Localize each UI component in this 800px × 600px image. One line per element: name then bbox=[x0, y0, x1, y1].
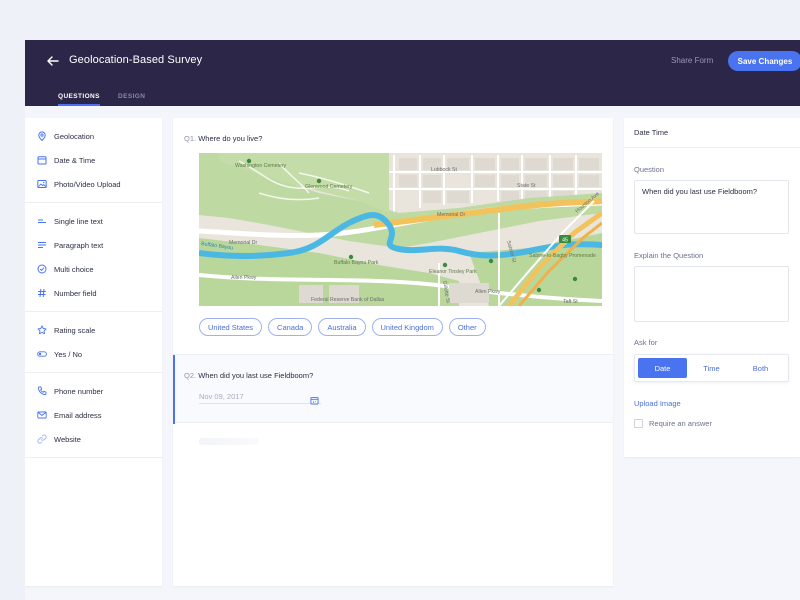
mail-icon bbox=[37, 410, 47, 420]
ask-for-date-button[interactable]: Date bbox=[638, 358, 687, 378]
sidebar-item-number-field[interactable]: Number field bbox=[25, 281, 162, 305]
sidebar-item-label: Photo/Video Upload bbox=[54, 179, 121, 189]
sidebar-item-yes-no[interactable]: Yes / No bbox=[25, 342, 162, 366]
sidebar-item-label: Date & Time bbox=[54, 155, 96, 165]
selected-indicator bbox=[173, 355, 175, 424]
map-label-buffalo-park: Buffalo Bayou Park bbox=[334, 260, 379, 266]
sidebar-item-label: Rating scale bbox=[54, 325, 96, 335]
map-canvas: 45 Washington Cemetery Glenwood Cemetery… bbox=[199, 153, 602, 306]
map-label-washington: Washington Cemetery bbox=[235, 163, 287, 169]
question-label: Question bbox=[634, 165, 665, 174]
sidebar-item-paragraph-text[interactable]: Paragraph text bbox=[25, 233, 162, 257]
calendar-icon bbox=[37, 155, 47, 165]
map-label-federal: Federal Reserve Bank of Dallas bbox=[311, 297, 385, 303]
save-changes-button[interactable]: Save Changes bbox=[728, 51, 800, 71]
sidebar-item-date-time[interactable]: Date & Time bbox=[25, 148, 162, 172]
sidebar-item-website[interactable]: Website bbox=[25, 427, 162, 451]
tab-design[interactable]: DESIGN bbox=[118, 93, 145, 100]
question-type-sidebar: Geolocation Date & Time Photo/Video Uplo… bbox=[25, 118, 162, 586]
sidebar-item-photo-video-upload[interactable]: Photo/Video Upload bbox=[25, 172, 162, 196]
toggle-icon bbox=[37, 349, 47, 359]
question-text: Where do you live? bbox=[198, 134, 263, 143]
checkbox-box[interactable] bbox=[634, 419, 643, 428]
option-united-states[interactable]: United States bbox=[199, 318, 263, 336]
question-number: Q2. bbox=[184, 371, 197, 380]
map-label-memorial-top: Memorial Dr bbox=[437, 212, 466, 218]
sidebar-item-multi-choice[interactable]: Multi choice bbox=[25, 257, 162, 281]
calendar-icon[interactable] bbox=[310, 392, 319, 405]
sidebar-item-label: Paragraph text bbox=[54, 240, 104, 250]
sidebar-item-label: Phone number bbox=[54, 386, 104, 396]
sidebar-item-label: Multi choice bbox=[54, 264, 94, 274]
form-canvas: Q1. Where do you live? 45 Washington Cem… bbox=[173, 118, 613, 586]
map-label-state: State St bbox=[517, 183, 536, 189]
sidebar-item-phone-number[interactable]: Phone number bbox=[25, 379, 162, 403]
question-2-block[interactable]: Q2. When did you last use Fieldboom? bbox=[173, 354, 613, 424]
require-answer-label: Require an answer bbox=[649, 419, 712, 428]
image-icon bbox=[37, 179, 47, 189]
tab-questions[interactable]: QUESTIONS bbox=[58, 93, 100, 106]
sidebar-group-text: Single line text Paragraph text Multi ch… bbox=[25, 203, 162, 312]
require-answer-checkbox[interactable]: Require an answer bbox=[634, 419, 712, 428]
paragraph-icon bbox=[37, 240, 47, 250]
geolocation-map[interactable]: 45 Washington Cemetery Glenwood Cemetery… bbox=[199, 153, 602, 306]
option-australia[interactable]: Australia bbox=[318, 318, 366, 336]
option-canada[interactable]: Canada bbox=[268, 318, 313, 336]
sidebar-group-choice: Rating scale Yes / No bbox=[25, 312, 162, 373]
answer-options: United States Canada Australia United Ki… bbox=[199, 318, 486, 336]
option-united-kingdom[interactable]: United Kingdom bbox=[371, 318, 443, 336]
map-label-taft: Taft St bbox=[563, 299, 578, 305]
question-number: Q1. bbox=[184, 134, 197, 143]
map-label-sabine-bagby: Sabine-to-Bagby Promenade bbox=[529, 253, 596, 259]
page-title: Geolocation-Based Survey bbox=[69, 54, 203, 66]
map-label-eleanor: Eleanor Tinsley Park bbox=[429, 269, 477, 275]
sidebar-item-rating-scale[interactable]: Rating scale bbox=[25, 318, 162, 342]
panel-heading: Date Time bbox=[624, 118, 800, 148]
sidebar-item-label: Website bbox=[54, 434, 81, 444]
ask-for-label: Ask for bbox=[634, 338, 658, 347]
short-text-icon bbox=[37, 216, 47, 226]
map-label-glenwood: Glenwood Cemetery bbox=[305, 184, 353, 190]
ask-for-time-button[interactable]: Time bbox=[687, 358, 736, 378]
back-arrow-icon[interactable] bbox=[45, 53, 61, 69]
star-icon bbox=[37, 325, 47, 335]
sidebar-item-single-line-text[interactable]: Single line text bbox=[25, 209, 162, 233]
map-label-allen-1: Allen Pkwy bbox=[231, 275, 257, 281]
explain-label: Explain the Question bbox=[634, 251, 704, 260]
sidebar-item-label: Yes / No bbox=[54, 349, 83, 359]
phone-icon bbox=[37, 386, 47, 396]
share-form-link[interactable]: Share Form bbox=[671, 56, 713, 65]
question-1-title[interactable]: Q1. Where do you live? bbox=[184, 134, 262, 143]
question-2-title: Q2. When did you last use Fieldboom? bbox=[184, 371, 313, 380]
sidebar-item-geolocation[interactable]: Geolocation bbox=[25, 124, 162, 148]
sidebar-item-email-address[interactable]: Email address bbox=[25, 403, 162, 427]
sidebar-group-contact: Phone number Email address Website bbox=[25, 373, 162, 458]
map-label-allen-2: Allen Pkwy bbox=[475, 289, 501, 295]
upload-image-link[interactable]: Upload Image bbox=[634, 399, 681, 408]
ask-for-segmented-control: Date Time Both bbox=[634, 354, 789, 382]
sidebar-item-label: Geolocation bbox=[54, 131, 95, 141]
link-icon bbox=[37, 434, 47, 444]
ask-for-both-button[interactable]: Both bbox=[736, 358, 785, 378]
sidebar-item-label: Number field bbox=[54, 288, 97, 298]
question-textarea[interactable] bbox=[634, 180, 789, 234]
app-window: Geolocation-Based Survey Share Form Save… bbox=[25, 40, 800, 600]
hash-icon bbox=[37, 288, 47, 298]
explain-textarea[interactable] bbox=[634, 266, 789, 322]
check-circle-icon bbox=[37, 264, 47, 274]
sidebar-item-label: Email address bbox=[54, 410, 102, 420]
header-bar: Geolocation-Based Survey Share Form Save… bbox=[25, 40, 800, 106]
map-route-badge-label: 45 bbox=[562, 237, 568, 243]
date-input[interactable] bbox=[199, 392, 321, 404]
option-other[interactable]: Other bbox=[448, 318, 486, 336]
sidebar-item-label: Single line text bbox=[54, 216, 103, 226]
question-3-placeholder bbox=[199, 438, 259, 445]
map-pin-icon bbox=[37, 131, 47, 141]
sidebar-group-media: Geolocation Date & Time Photo/Video Uplo… bbox=[25, 118, 162, 203]
map-label-lubbock: Lubbock St bbox=[431, 167, 458, 173]
question-settings-panel: Date Time Question Explain the Question … bbox=[624, 118, 800, 457]
question-text: When did you last use Fieldboom? bbox=[198, 371, 314, 380]
